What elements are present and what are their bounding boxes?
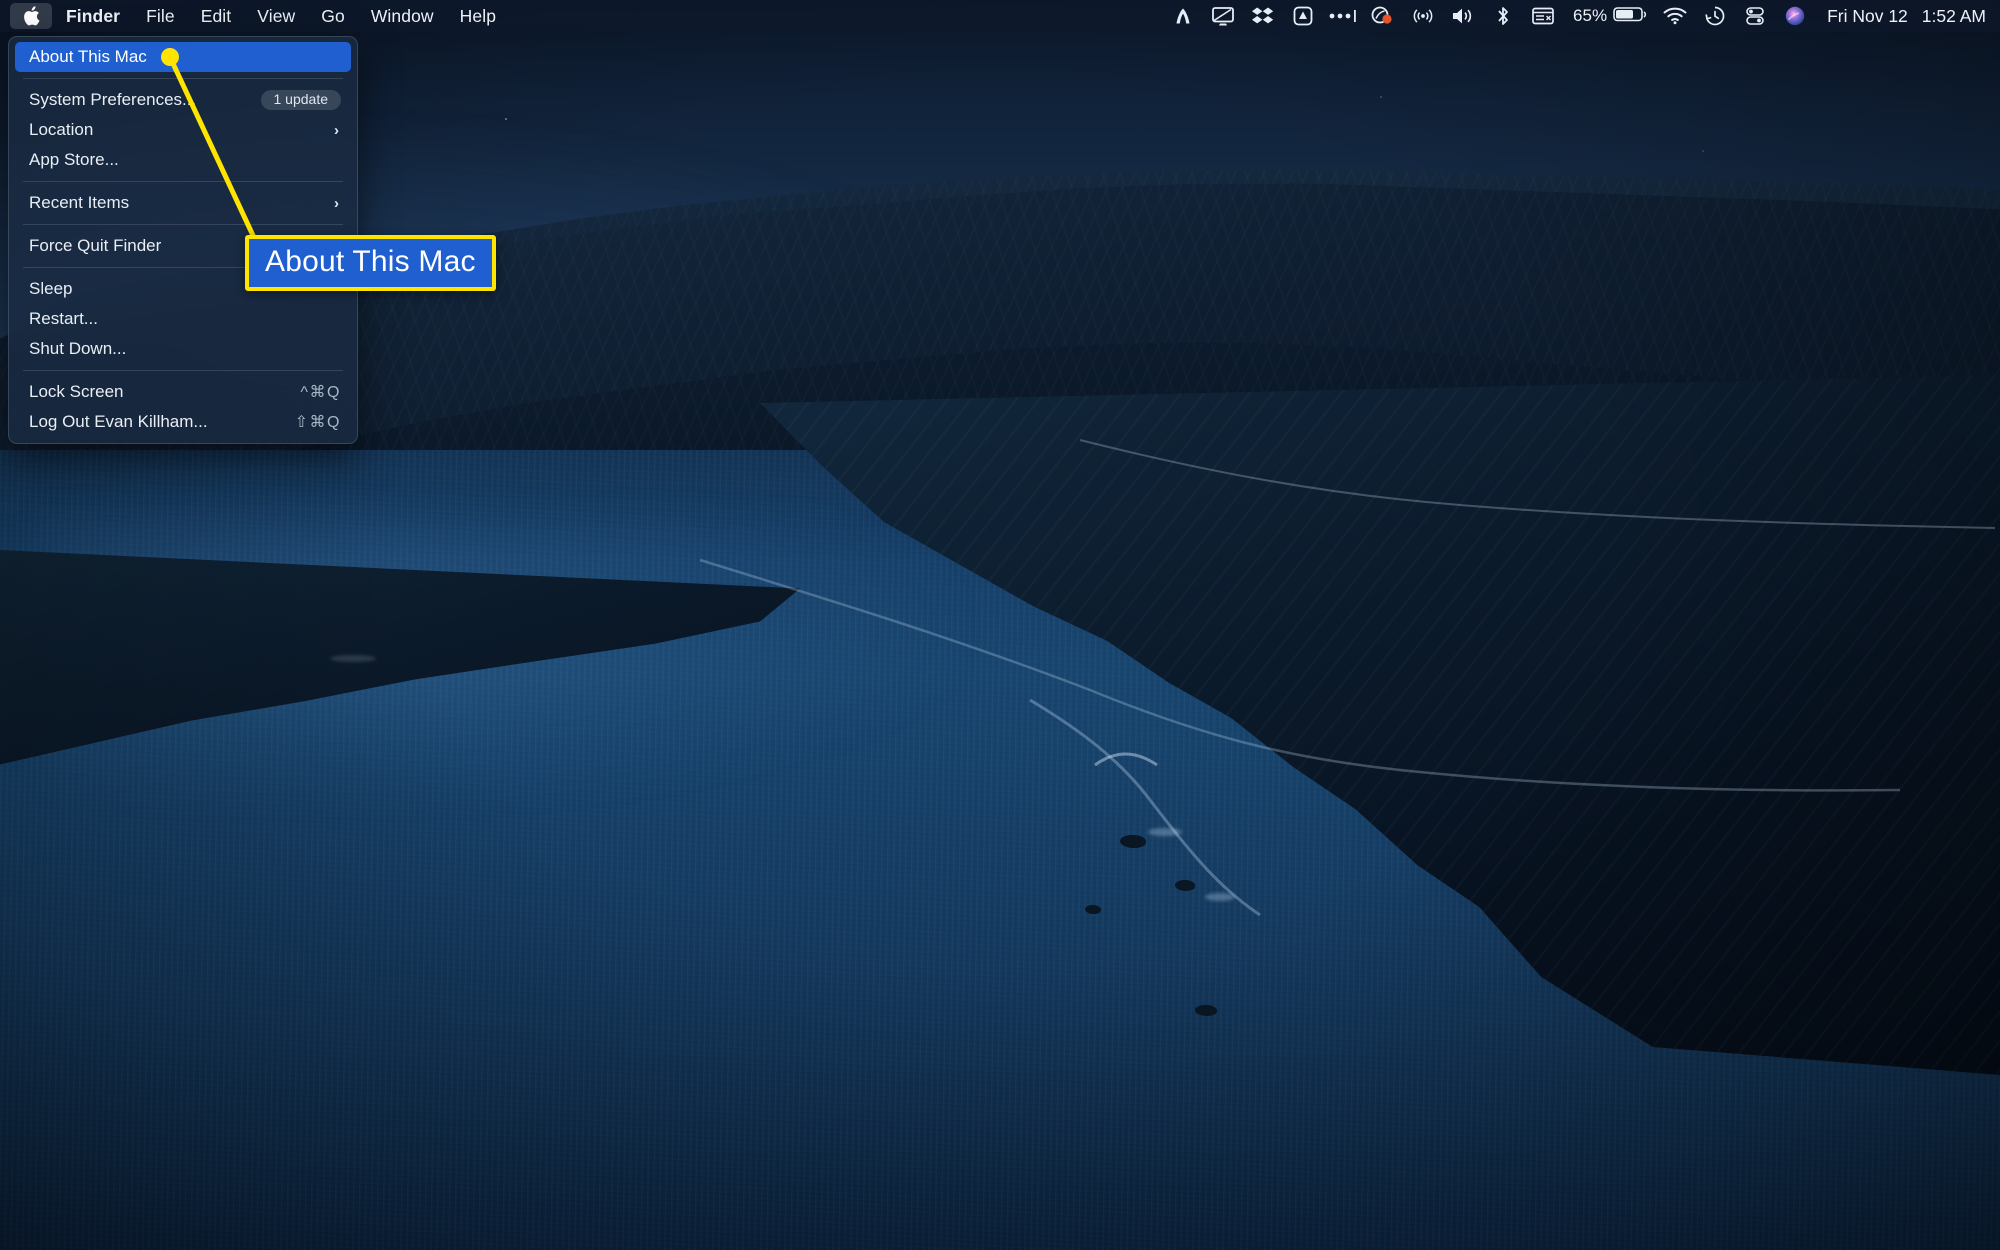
menu-item-label: Log Out Evan Killham...	[29, 412, 208, 431]
sea-rock	[1175, 880, 1195, 891]
battery-percent-label: 65%	[1573, 6, 1608, 25]
update-count-badge: 1 update	[260, 89, 341, 111]
star	[1380, 96, 1382, 98]
menu-bar-left: Finder File Edit View Go Window Help	[0, 0, 509, 32]
menu-separator	[23, 370, 343, 371]
menu-bar: Finder File Edit View Go Window Help 65%…	[0, 0, 2000, 32]
sea-rock	[1085, 905, 1101, 914]
menu-item-label: Lock Screen	[29, 382, 124, 401]
chevron-right-icon: ›	[334, 121, 339, 139]
nordvpn-icon[interactable]	[1163, 0, 1203, 32]
menu-item-app-store[interactable]: App Store...	[15, 145, 351, 175]
surf-foam	[330, 655, 376, 662]
control-center-icon[interactable]	[1735, 0, 1775, 32]
menu-item-shortcut: ^⌘Q	[300, 384, 341, 401]
menu-item-label: Force Quit Finder	[29, 236, 162, 255]
airplay-broadcast-icon[interactable]	[1403, 0, 1443, 32]
surf-foam	[1205, 893, 1235, 901]
menu-separator	[23, 78, 343, 79]
menu-item-shortcut: ⇧⌘Q	[294, 414, 341, 431]
star	[1702, 150, 1704, 152]
overflow-dots-icon[interactable]	[1323, 0, 1363, 32]
menu-bar-item-help[interactable]: Help	[447, 0, 509, 32]
battery-status[interactable]: 65%	[1563, 5, 1655, 28]
menu-item-system-preferences[interactable]: System Preferences... 1 update	[15, 85, 351, 115]
clock-date: Fri Nov 12	[1827, 5, 1908, 26]
menu-item-label: App Store...	[29, 150, 119, 169]
dropbox-icon[interactable]	[1243, 0, 1283, 32]
menu-bar-item-window[interactable]: Window	[358, 0, 447, 32]
siri-icon[interactable]	[1775, 0, 1815, 32]
menu-item-shut-down[interactable]: Shut Down...	[15, 334, 351, 364]
star	[505, 118, 507, 120]
chevron-right-icon: ›	[334, 194, 339, 212]
surf-foam	[1148, 828, 1182, 836]
menu-item-lock-screen[interactable]: Lock Screen ^⌘Q	[15, 377, 351, 407]
menu-bar-clock[interactable]: Fri Nov 12 1:52 AM	[1815, 6, 1986, 27]
apple-menu-button[interactable]	[10, 3, 52, 29]
callout-about-this-mac: About This Mac	[245, 235, 496, 291]
menu-item-location[interactable]: Location ›	[15, 115, 351, 145]
menu-item-log-out[interactable]: Log Out Evan Killham... ⇧⌘Q	[15, 407, 351, 437]
menu-separator	[23, 224, 343, 225]
menu-item-label: Location	[29, 120, 94, 139]
menu-item-label: Recent Items	[29, 193, 130, 212]
menu-bar-item-view[interactable]: View	[244, 0, 308, 32]
menu-bar-item-finder[interactable]: Finder	[52, 0, 133, 32]
volume-icon[interactable]	[1443, 0, 1483, 32]
wifi-icon[interactable]	[1655, 0, 1695, 32]
sea-rock	[1120, 835, 1146, 848]
screen-sharing-icon[interactable]	[1203, 0, 1243, 32]
sea-rock	[1195, 1005, 1217, 1016]
time-machine-icon[interactable]	[1695, 0, 1735, 32]
menu-separator	[23, 181, 343, 182]
screen: Finder File Edit View Go Window Help 65%…	[0, 0, 2000, 1250]
menu-item-about-this-mac[interactable]: About This Mac	[15, 42, 351, 72]
callout-label: About This Mac	[265, 245, 476, 278]
menu-bar-item-file[interactable]: File	[133, 0, 188, 32]
menu-item-label: About This Mac	[29, 47, 147, 66]
menu-item-label: Shut Down...	[29, 339, 127, 358]
window-manager-icon[interactable]	[1523, 0, 1563, 32]
menu-bar-status-area: 65% Fri Nov 12 1:52 AM	[1163, 0, 2000, 32]
bluetooth-icon[interactable]	[1483, 0, 1523, 32]
battery-icon	[1613, 5, 1647, 28]
apple-logo-icon	[23, 6, 40, 26]
menu-bar-item-edit[interactable]: Edit	[188, 0, 245, 32]
screen-recording-icon[interactable]	[1363, 0, 1403, 32]
menu-item-restart[interactable]: Restart...	[15, 304, 351, 334]
menu-item-label: Sleep	[29, 279, 73, 298]
menu-item-label: Restart...	[29, 309, 98, 328]
backblaze-icon[interactable]	[1283, 0, 1323, 32]
menu-bar-item-go[interactable]: Go	[308, 0, 358, 32]
menu-item-recent-items[interactable]: Recent Items ›	[15, 188, 351, 218]
clock-time: 1:52 AM	[1921, 5, 1986, 26]
menu-item-label: System Preferences...	[29, 90, 197, 109]
